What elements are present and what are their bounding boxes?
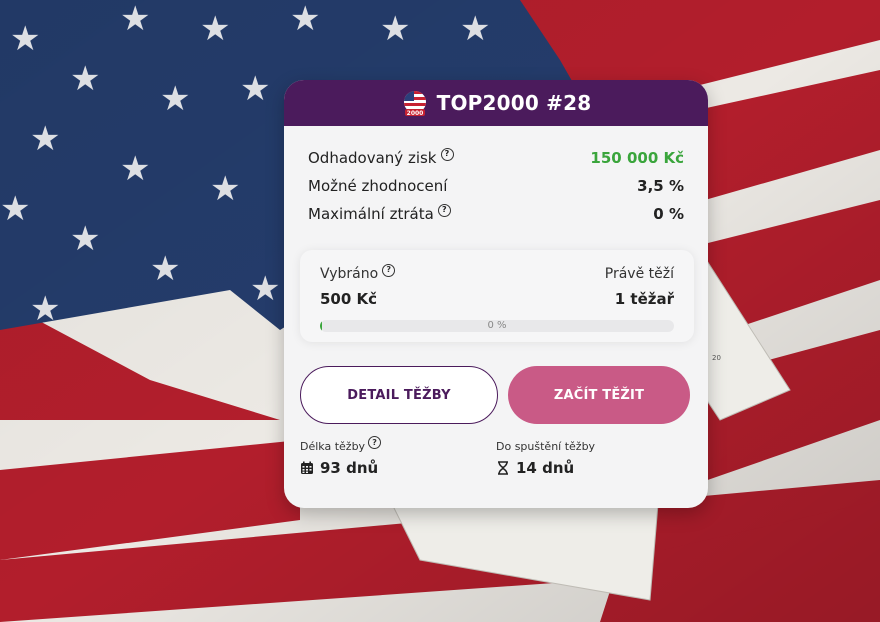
start-label: Do spuštění těžby — [496, 440, 596, 453]
stat-row-possible-appreciation: Možné zhodnocení 3,5 % — [308, 172, 684, 200]
start-countdown-block: Do spuštění těžby 14 dnů — [496, 440, 692, 477]
svg-text:★: ★ — [160, 79, 190, 119]
svg-text:★: ★ — [150, 249, 180, 289]
collected-value: 500 Kč — [320, 290, 378, 308]
svg-text:★: ★ — [210, 169, 240, 209]
start-value: 14 dnů — [516, 459, 575, 477]
stat-value: 3,5 % — [637, 177, 684, 195]
svg-text:★: ★ — [380, 9, 410, 49]
svg-text:★: ★ — [250, 269, 280, 309]
progress-bar: 0 % — [320, 320, 674, 332]
badge-text: 2000 — [406, 110, 423, 117]
svg-text:★: ★ — [120, 0, 150, 39]
mining-card: 2000 TOP2000 #28 Odhadovaný zisk ? 150 0… — [284, 80, 708, 508]
miners-value: 1 těžař — [614, 290, 674, 308]
svg-text:★: ★ — [10, 19, 40, 59]
svg-text:★: ★ — [240, 69, 270, 109]
stat-label: Odhadovaný zisk — [308, 149, 437, 167]
duration-label: Délka těžby — [300, 440, 366, 453]
svg-text:★: ★ — [0, 189, 30, 229]
us-flag-badge-icon: 2000 — [403, 91, 426, 117]
duration-block: Délka těžby ? 93 dnů — [300, 436, 496, 477]
mining-meta: Délka těžby ? 93 dnů Do spuštění těžby 1… — [284, 436, 708, 477]
help-icon[interactable]: ? — [440, 147, 454, 161]
svg-text:★: ★ — [70, 59, 100, 99]
stat-row-estimated-profit: Odhadovaný zisk ? 150 000 Kč — [308, 144, 684, 172]
collected-label: Vybráno — [320, 266, 379, 282]
svg-text:★: ★ — [120, 149, 150, 189]
calendar-icon — [301, 461, 313, 474]
stat-label: Možné zhodnocení — [308, 177, 448, 195]
svg-text:★: ★ — [70, 219, 100, 259]
svg-text:★: ★ — [460, 9, 490, 49]
card-title: TOP2000 #28 — [436, 91, 592, 115]
duration-value: 93 dnů — [320, 459, 379, 477]
action-buttons: DETAIL TĚŽBY ZAČÍT TĚŽIT — [284, 366, 708, 424]
svg-text:★: ★ — [200, 9, 230, 49]
help-icon[interactable]: ? — [437, 203, 451, 217]
stat-label: Maximální ztráta — [308, 205, 434, 223]
miners-label: Právě těží — [604, 266, 674, 282]
detail-button[interactable]: DETAIL TĚŽBY — [300, 366, 498, 424]
help-icon[interactable]: ? — [382, 263, 396, 277]
stat-value: 0 % — [653, 205, 684, 223]
svg-text:★: ★ — [30, 119, 60, 159]
funding-progress-panel: Vybráno ? Právě těží 500 Kč 1 těžař 0 % — [300, 250, 694, 342]
svg-text:★: ★ — [290, 0, 320, 39]
card-header: 2000 TOP2000 #28 — [284, 80, 708, 126]
stats-list: Odhadovaný zisk ? 150 000 Kč Možné zhodn… — [284, 126, 708, 228]
help-icon[interactable]: ? — [368, 436, 382, 449]
paper-text: 20 — [712, 354, 721, 362]
hourglass-icon — [498, 461, 508, 475]
svg-text:★: ★ — [30, 289, 60, 329]
start-mining-button[interactable]: ZAČÍT TĚŽIT — [508, 366, 690, 424]
stat-row-max-loss: Maximální ztráta ? 0 % — [308, 200, 684, 228]
stat-value: 150 000 Kč — [590, 149, 684, 167]
progress-percent: 0 % — [487, 320, 507, 331]
